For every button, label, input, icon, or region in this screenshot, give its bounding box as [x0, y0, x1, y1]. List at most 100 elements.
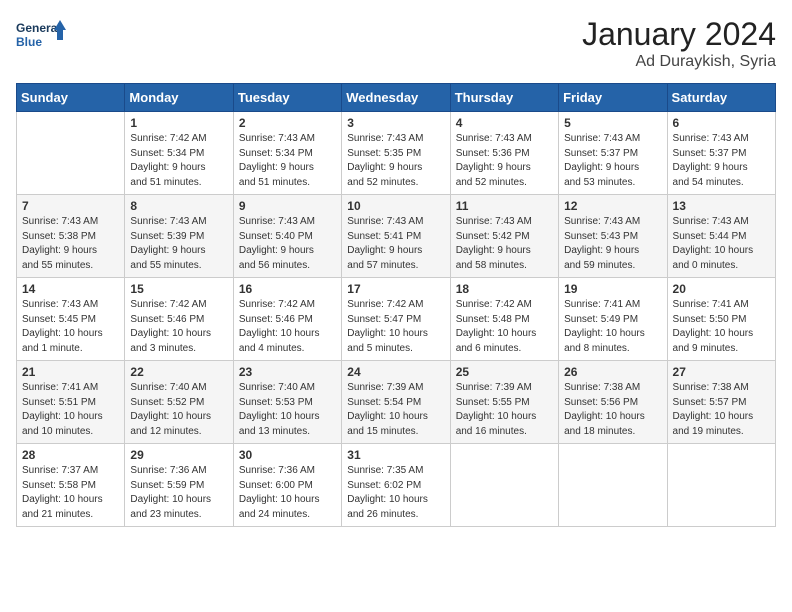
- week-row-3: 14Sunrise: 7:43 AMSunset: 5:45 PMDayligh…: [17, 278, 776, 361]
- calendar-cell: [17, 112, 125, 195]
- day-number: 9: [239, 199, 336, 213]
- calendar-cell: 13 Sunrise: 7:43 AMSunset: 5:44 PMDayligh…: [667, 195, 775, 278]
- day-number: 15: [130, 282, 227, 296]
- day-number: 27: [673, 365, 770, 379]
- calendar-cell: 17Sunrise: 7:42 AMSunset: 5:47 PMDayligh…: [342, 278, 450, 361]
- calendar-cell: 23 Sunrise: 7:40 AMSunset: 5:53 PMDayligh…: [233, 361, 341, 444]
- day-info: Sunrise: 7:43 AMSunset: 5:43 PMDaylight:…: [564, 215, 661, 273]
- day-number: 30: [239, 448, 336, 462]
- day-info: Sunrise: 7:43 AMSunset: 5:38 PMDaylight:…: [22, 215, 119, 273]
- calendar-cell: 27 Sunrise: 7:38 AMSunset: 5:57 PMDayligh…: [667, 361, 775, 444]
- day-number: 14: [22, 282, 119, 296]
- day-number: 5: [564, 116, 661, 130]
- day-info: Sunrise: 7:38 AMSunset: 5:57 PMDaylight:…: [673, 381, 770, 439]
- calendar-cell: 24 Sunrise: 7:39 AMSunset: 5:54 PMDayligh…: [342, 361, 450, 444]
- calendar-cell: 1 Sunrise: 7:42 AMSunset: 5:34 PMDaylight…: [125, 112, 233, 195]
- calendar-cell: 22 Sunrise: 7:40 AMSunset: 5:52 PMDayligh…: [125, 361, 233, 444]
- day-header-monday: Monday: [125, 84, 233, 112]
- day-info: Sunrise: 7:43 AMSunset: 5:40 PMDaylight:…: [239, 215, 336, 273]
- day-number: 17: [347, 282, 444, 296]
- week-row-5: 28 Sunrise: 7:37 AMSunset: 5:58 PMDayligh…: [17, 444, 776, 527]
- day-info: Sunrise: 7:43 AMSunset: 5:37 PMDaylight:…: [673, 132, 770, 190]
- day-info: Sunrise: 7:43 AMSunset: 5:36 PMDaylight:…: [456, 132, 553, 190]
- day-number: 29: [130, 448, 227, 462]
- day-info: Sunrise: 7:42 AMSunset: 5:46 PMDaylight:…: [239, 298, 336, 356]
- calendar-cell: [667, 444, 775, 527]
- logo: General Blue: [16, 16, 66, 60]
- calendar-cell: [450, 444, 558, 527]
- calendar-cell: [559, 444, 667, 527]
- day-info: Sunrise: 7:36 AMSunset: 6:00 PMDaylight:…: [239, 464, 336, 522]
- svg-text:Blue: Blue: [16, 35, 42, 49]
- calendar-cell: 19Sunrise: 7:41 AMSunset: 5:49 PMDayligh…: [559, 278, 667, 361]
- day-number: 1: [130, 116, 227, 130]
- day-info: Sunrise: 7:40 AMSunset: 5:52 PMDaylight:…: [130, 381, 227, 439]
- header: General Blue January 2024 Ad Duraykish, …: [16, 16, 776, 71]
- day-number: 23: [239, 365, 336, 379]
- calendar-cell: 3Sunrise: 7:43 AMSunset: 5:35 PMDaylight…: [342, 112, 450, 195]
- calendar-cell: 18 Sunrise: 7:42 AMSunset: 5:48 PMDayligh…: [450, 278, 558, 361]
- calendar-table: SundayMondayTuesdayWednesdayThursdayFrid…: [16, 83, 776, 527]
- day-header-friday: Friday: [559, 84, 667, 112]
- calendar-cell: 9 Sunrise: 7:43 AMSunset: 5:40 PMDaylight…: [233, 195, 341, 278]
- calendar-cell: 6Sunrise: 7:43 AMSunset: 5:37 PMDaylight…: [667, 112, 775, 195]
- calendar-cell: 10Sunrise: 7:43 AMSunset: 5:41 PMDayligh…: [342, 195, 450, 278]
- day-number: 3: [347, 116, 444, 130]
- day-number: 20: [673, 282, 770, 296]
- week-row-1: 1 Sunrise: 7:42 AMSunset: 5:34 PMDaylight…: [17, 112, 776, 195]
- day-header-saturday: Saturday: [667, 84, 775, 112]
- day-info: Sunrise: 7:41 AMSunset: 5:50 PMDaylight:…: [673, 298, 770, 356]
- day-info: Sunrise: 7:35 AMSunset: 6:02 PMDaylight:…: [347, 464, 444, 522]
- day-number: 4: [456, 116, 553, 130]
- week-row-4: 21Sunrise: 7:41 AMSunset: 5:51 PMDayligh…: [17, 361, 776, 444]
- day-info: Sunrise: 7:43 AMSunset: 5:34 PMDaylight:…: [239, 132, 336, 190]
- day-info: Sunrise: 7:43 AMSunset: 5:44 PMDaylight:…: [673, 215, 770, 273]
- day-number: 31: [347, 448, 444, 462]
- calendar-cell: 28 Sunrise: 7:37 AMSunset: 5:58 PMDayligh…: [17, 444, 125, 527]
- month-title: January 2024: [582, 16, 776, 53]
- day-number: 2: [239, 116, 336, 130]
- day-number: 24: [347, 365, 444, 379]
- day-number: 13: [673, 199, 770, 213]
- calendar-cell: 16Sunrise: 7:42 AMSunset: 5:46 PMDayligh…: [233, 278, 341, 361]
- title-area: January 2024 Ad Duraykish, Syria: [582, 16, 776, 71]
- svg-text:General: General: [16, 21, 61, 35]
- calendar-cell: 25Sunrise: 7:39 AMSunset: 5:55 PMDayligh…: [450, 361, 558, 444]
- day-info: Sunrise: 7:37 AMSunset: 5:58 PMDaylight:…: [22, 464, 119, 522]
- day-info: Sunrise: 7:42 AMSunset: 5:46 PMDaylight:…: [130, 298, 227, 356]
- day-info: Sunrise: 7:43 AMSunset: 5:39 PMDaylight:…: [130, 215, 227, 273]
- day-info: Sunrise: 7:40 AMSunset: 5:53 PMDaylight:…: [239, 381, 336, 439]
- calendar-cell: 26Sunrise: 7:38 AMSunset: 5:56 PMDayligh…: [559, 361, 667, 444]
- calendar-cell: 14Sunrise: 7:43 AMSunset: 5:45 PMDayligh…: [17, 278, 125, 361]
- logo-svg: General Blue: [16, 16, 66, 60]
- calendar-cell: 5Sunrise: 7:43 AMSunset: 5:37 PMDaylight…: [559, 112, 667, 195]
- day-number: 25: [456, 365, 553, 379]
- location-title: Ad Duraykish, Syria: [582, 53, 776, 71]
- day-number: 8: [130, 199, 227, 213]
- calendar-cell: 11Sunrise: 7:43 AMSunset: 5:42 PMDayligh…: [450, 195, 558, 278]
- calendar-cell: 20 Sunrise: 7:41 AMSunset: 5:50 PMDayligh…: [667, 278, 775, 361]
- day-number: 18: [456, 282, 553, 296]
- day-info: Sunrise: 7:38 AMSunset: 5:56 PMDaylight:…: [564, 381, 661, 439]
- day-number: 19: [564, 282, 661, 296]
- day-info: Sunrise: 7:42 AMSunset: 5:34 PMDaylight:…: [130, 132, 227, 190]
- calendar-cell: 21Sunrise: 7:41 AMSunset: 5:51 PMDayligh…: [17, 361, 125, 444]
- day-info: Sunrise: 7:39 AMSunset: 5:54 PMDaylight:…: [347, 381, 444, 439]
- calendar-cell: 2 Sunrise: 7:43 AMSunset: 5:34 PMDaylight…: [233, 112, 341, 195]
- day-header-sunday: Sunday: [17, 84, 125, 112]
- day-info: Sunrise: 7:42 AMSunset: 5:48 PMDaylight:…: [456, 298, 553, 356]
- day-header-thursday: Thursday: [450, 84, 558, 112]
- calendar-cell: 15 Sunrise: 7:42 AMSunset: 5:46 PMDayligh…: [125, 278, 233, 361]
- calendar-cell: 8 Sunrise: 7:43 AMSunset: 5:39 PMDaylight…: [125, 195, 233, 278]
- calendar-cell: 31 Sunrise: 7:35 AMSunset: 6:02 PMDayligh…: [342, 444, 450, 527]
- day-number: 12: [564, 199, 661, 213]
- day-number: 22: [130, 365, 227, 379]
- day-info: Sunrise: 7:36 AMSunset: 5:59 PMDaylight:…: [130, 464, 227, 522]
- day-number: 7: [22, 199, 119, 213]
- calendar-cell: 7 Sunrise: 7:43 AMSunset: 5:38 PMDaylight…: [17, 195, 125, 278]
- day-info: Sunrise: 7:43 AMSunset: 5:42 PMDaylight:…: [456, 215, 553, 273]
- day-number: 28: [22, 448, 119, 462]
- day-info: Sunrise: 7:41 AMSunset: 5:51 PMDaylight:…: [22, 381, 119, 439]
- day-number: 10: [347, 199, 444, 213]
- day-header-wednesday: Wednesday: [342, 84, 450, 112]
